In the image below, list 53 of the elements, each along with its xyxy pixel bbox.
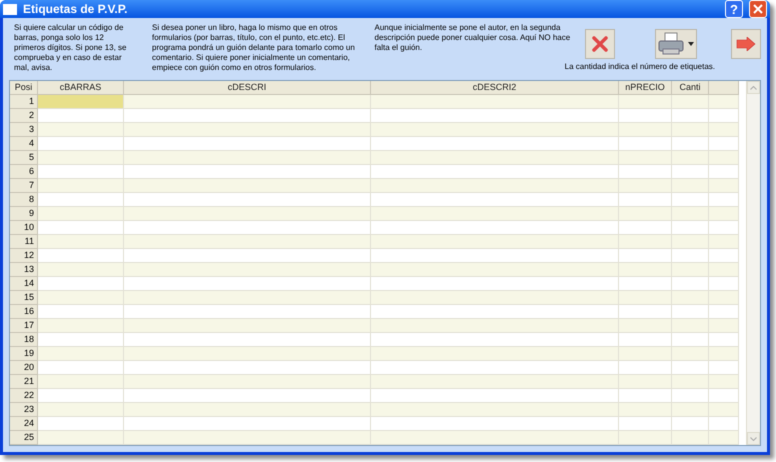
row-number: 7 bbox=[10, 179, 38, 193]
row-number: 16 bbox=[10, 305, 38, 319]
chevron-up-icon bbox=[750, 86, 757, 90]
row-number: 25 bbox=[10, 431, 38, 445]
row-number: 24 bbox=[10, 417, 38, 431]
selected-cell[interactable] bbox=[38, 95, 124, 109]
table-cell[interactable] bbox=[371, 431, 619, 445]
row-number: 3 bbox=[10, 123, 38, 137]
row-number: 4 bbox=[10, 137, 38, 151]
caret-icon bbox=[688, 42, 694, 46]
barcode-note: Si quiere calcular un código de barras, ponga solo los 12 primeros dígitos. Si pone 13, se comprueba y en caso de estar mal, avisa. bbox=[14, 23, 128, 73]
table-cell[interactable] bbox=[672, 431, 709, 445]
row-number: 12 bbox=[10, 249, 38, 263]
row-number: 11 bbox=[10, 235, 38, 249]
book-note: Si desea poner un libro, haga lo mismo que en otros formularios (por barras, título, con el punto, etc.etc). El programa pondrá un guión delante para tomarlo como un comentario. Si quiere poner inicialmente un comentario, empiece con guión como en otros formularios. bbox=[152, 23, 356, 73]
window-icon bbox=[3, 4, 17, 14]
scroll-up-button[interactable] bbox=[747, 81, 760, 94]
close-icon bbox=[753, 4, 763, 14]
row-number: 18 bbox=[10, 333, 38, 347]
row-number: 8 bbox=[10, 193, 38, 207]
table-cell[interactable] bbox=[38, 431, 124, 445]
quantity-note: La cantidad indica el número de etiquetas. bbox=[564, 62, 715, 72]
printer-icon bbox=[656, 32, 686, 56]
cross-icon bbox=[592, 36, 608, 52]
print-button[interactable] bbox=[655, 29, 697, 59]
table-cell[interactable] bbox=[124, 431, 371, 445]
scrollbar[interactable] bbox=[746, 81, 760, 445]
row-number: 2 bbox=[10, 109, 38, 123]
row-number: 9 bbox=[10, 207, 38, 221]
description-note: Aunque inicialmente se pone el autor, en la segunda descripción puede poner cualquier cosa. Aquí NO hace falta el guión. bbox=[374, 23, 572, 53]
row-number: 10 bbox=[10, 221, 38, 235]
row-number: 23 bbox=[10, 403, 38, 417]
chevron-down-icon bbox=[750, 436, 757, 440]
row-number: 13 bbox=[10, 263, 38, 277]
row-number: 20 bbox=[10, 361, 38, 375]
table-cell[interactable] bbox=[709, 431, 739, 445]
row-number: 21 bbox=[10, 375, 38, 389]
help-button[interactable]: ? bbox=[725, 0, 743, 18]
cancel-button[interactable] bbox=[585, 29, 615, 59]
scroll-down-button[interactable] bbox=[747, 432, 760, 445]
row-number: 5 bbox=[10, 151, 38, 165]
row-number: 15 bbox=[10, 291, 38, 305]
close-button[interactable] bbox=[749, 0, 767, 18]
exit-button[interactable] bbox=[731, 29, 761, 59]
row-number: 17 bbox=[10, 319, 38, 333]
row-number: 1 bbox=[10, 95, 38, 109]
row-number: 19 bbox=[10, 347, 38, 361]
arrow-icon bbox=[736, 37, 756, 51]
row-number: 14 bbox=[10, 277, 38, 291]
window-title: Etiquetas de P.V.P. bbox=[23, 1, 128, 18]
row-number: 22 bbox=[10, 389, 38, 403]
row-number: 6 bbox=[10, 165, 38, 179]
table-cell[interactable] bbox=[619, 431, 672, 445]
